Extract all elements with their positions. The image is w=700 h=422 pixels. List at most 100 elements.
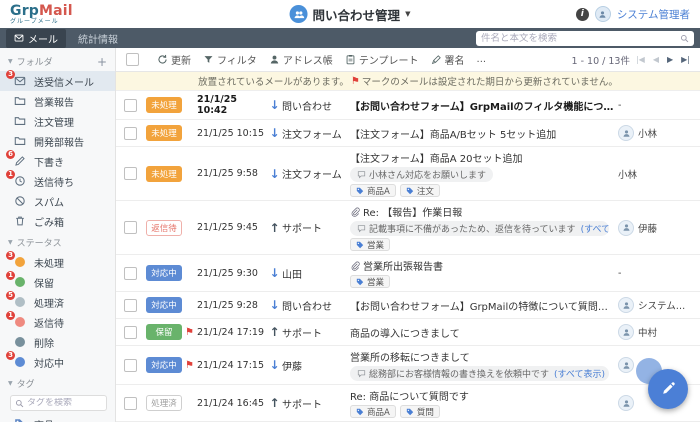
folder-label: スパム — [34, 197, 64, 209]
mail-search[interactable] — [476, 30, 694, 46]
sidebar-folder-4[interactable]: 6 下書き — [0, 150, 115, 171]
row-checkbox[interactable] — [124, 126, 137, 140]
show-all-link[interactable]: (すべて表示) — [554, 367, 605, 380]
tag-icon — [406, 187, 414, 195]
mail-from: 注文フォーム — [282, 170, 342, 181]
sidebar-folder-1[interactable]: 営業報告 — [0, 91, 115, 111]
chevron-down-icon: ▼ — [405, 10, 411, 18]
mail-row-3[interactable]: 返信待 21/1/25 9:45 ↑ サポート Re: 【報告】作業日報 記載事項に不備が… — [116, 201, 700, 255]
subject-cell: 営業所出張報告書 営業 — [346, 258, 618, 288]
mail-row-2[interactable]: 未処理 21/1/25 9:58 ↓ 注文フォーム 【注文フォーム】商品A 20セット追… — [116, 147, 700, 201]
arrow-up-icon: ↑ — [269, 220, 280, 235]
folders-section-header[interactable]: ▼ フォルダ + — [0, 50, 115, 71]
mail-tag[interactable]: 営業 — [350, 275, 391, 288]
show-all-link[interactable]: (すべて表示) — [581, 222, 609, 235]
search-icon[interactable] — [680, 34, 689, 43]
next-page-button[interactable]: ▶ — [665, 54, 675, 65]
sidebar-folder-7[interactable]: ごみ箱 — [0, 211, 115, 231]
filter-button[interactable]: フィルタ — [198, 50, 262, 69]
mail-row-7[interactable]: 対応中 ⚑ 21/1/24 17:15 ↓ 伊藤 営業所の移転につきまして 総務部にお客様情… — [116, 346, 700, 385]
status-label: 保留 — [34, 278, 54, 290]
mail-tag[interactable]: 注文 — [399, 184, 440, 197]
status-section-header[interactable]: ▼ ステータス — [0, 231, 115, 252]
button-label: フィルタ — [217, 56, 257, 67]
sidebar-folder-5[interactable]: 1 送信待ち — [0, 170, 115, 191]
row-checkbox[interactable] — [124, 298, 137, 312]
signature-button[interactable]: 署名 — [426, 50, 470, 69]
app-title-dropdown[interactable]: 問い合わせ管理 ▼ — [289, 5, 411, 24]
tab-mail[interactable]: メール — [6, 28, 66, 48]
pen-icon — [431, 54, 442, 65]
sidebar-status-1[interactable]: 1 保留 — [0, 271, 115, 292]
folder-icon — [12, 94, 27, 108]
mail-row-6[interactable]: 保留 ⚑ 21/1/24 17:19 ↑ サポート 商品の導入につきまして 中村 — [116, 319, 700, 346]
template-button[interactable]: テンプレート — [340, 50, 424, 69]
sidebar-tag-0[interactable]: 商品A — [0, 414, 115, 422]
logo-text: GrpMail — [10, 4, 73, 18]
sidebar-status-4[interactable]: 削除 — [0, 332, 115, 352]
status-label: 削除 — [34, 338, 54, 350]
sidebar-folder-6[interactable]: スパム — [0, 191, 115, 211]
add-folder-button[interactable]: + — [97, 56, 107, 68]
assignee-name: - — [618, 267, 622, 279]
status-badge: 未処理 — [146, 97, 182, 113]
app-logo[interactable]: GrpMail グループメール — [10, 4, 73, 25]
row-checkbox[interactable] — [124, 98, 137, 112]
mail-subject: 営業所の移転につきまして — [350, 353, 470, 364]
assignee-avatar — [618, 395, 634, 411]
row-checkbox[interactable] — [124, 396, 137, 410]
tag-search[interactable] — [10, 395, 107, 411]
row-checkbox[interactable] — [124, 221, 137, 234]
assignee-name: システム管理... — [638, 301, 694, 312]
tab-stats[interactable]: 統計情報 — [70, 29, 126, 48]
mail-row-4[interactable]: 対応中 21/1/25 9:30 ↓ 山田 営業所出張報告書 営業 - — [116, 255, 700, 292]
tag-search-input[interactable] — [27, 398, 102, 408]
mail-row-5[interactable]: 対応中 21/1/25 9:28 ↓ 問い合わせ 【お問い合わせフォーム】GrpMail… — [116, 292, 700, 319]
address-book-button[interactable]: アドレス帳 — [264, 50, 338, 69]
mail-subject: 【注文フォーム】商品A 20セット追加 — [350, 154, 523, 165]
mail-subject: Re: 【報告】作業日報 — [363, 208, 463, 219]
more-button[interactable]: ... — [472, 52, 492, 67]
mail-row-0[interactable]: 未処理 21/1/25 10:42 ↓ 問い合わせ 【お問い合わせフォーム】GrpMai… — [116, 91, 700, 120]
info-icon[interactable]: i — [575, 7, 589, 21]
status-label: 処理済 — [34, 298, 64, 310]
row-checkbox[interactable] — [124, 167, 137, 180]
search-input[interactable] — [481, 32, 676, 44]
mail-date: 21/1/25 9:28 — [197, 299, 258, 311]
subject-cell: 【注文フォーム】商品A/Bセット 5セット追加 — [346, 126, 618, 141]
mail-tag[interactable]: 商品A — [350, 184, 396, 197]
folder-icon — [12, 114, 27, 128]
mail-tag[interactable]: 営業 — [350, 238, 391, 251]
refresh-button[interactable]: 更新 — [152, 50, 196, 69]
sidebar-status-0[interactable]: 3 未処理 — [0, 251, 115, 272]
mail-tag[interactable]: 質問 — [399, 405, 440, 418]
user-avatar[interactable] — [594, 6, 611, 22]
row-checkbox[interactable] — [124, 358, 137, 372]
sidebar-folder-3[interactable]: 開発部報告 — [0, 131, 115, 151]
assignee-avatar — [618, 297, 634, 313]
mail-from: 山田 — [282, 269, 302, 281]
tags-section-header[interactable]: ▼ タグ — [0, 372, 115, 393]
sidebar-folder-2[interactable]: 注文管理 — [0, 111, 115, 131]
status-badge: 対応中 — [146, 357, 182, 373]
subject-cell: 商品の導入につきまして — [346, 325, 618, 340]
people-icon — [289, 5, 308, 23]
sidebar-folder-0[interactable]: 3 送受信メール — [0, 70, 115, 91]
row-checkbox[interactable] — [124, 266, 137, 280]
last-page-button[interactable]: ▶| — [679, 54, 692, 65]
sidebar-status-3[interactable]: 1 返信待 — [0, 311, 115, 332]
mail-row-1[interactable]: 未処理 21/1/25 10:15 ↓ 注文フォーム 【注文フォーム】商品A/Bセット … — [116, 120, 700, 147]
select-all-checkbox[interactable] — [126, 53, 139, 66]
mail-date: 21/1/25 10:42 — [197, 94, 237, 116]
user-name[interactable]: システム管理者 — [617, 7, 690, 22]
sidebar-status-2[interactable]: 5 処理済 — [0, 291, 115, 312]
compose-button[interactable] — [648, 369, 688, 409]
sidebar-status-5[interactable]: 3 対応中 — [0, 351, 115, 372]
body-wrap: ▼ フォルダ + 3 送受信メール 営業報告 注文管理 開発部報告 6 下書き 1 送信待ちスパ… — [0, 48, 700, 422]
row-checkbox[interactable] — [124, 325, 137, 339]
prev-page-button[interactable]: ◀ — [651, 54, 661, 65]
first-page-button[interactable]: |◀ — [634, 54, 647, 65]
mail-row-8[interactable]: 処理済 21/1/24 16:45 ↑ サポート Re: 商品について質問です 商品A 質問 — [116, 385, 700, 422]
note-text: 記載事項に不備があったため、返信を待っています — [369, 225, 576, 235]
mail-tag[interactable]: 商品A — [350, 405, 396, 418]
